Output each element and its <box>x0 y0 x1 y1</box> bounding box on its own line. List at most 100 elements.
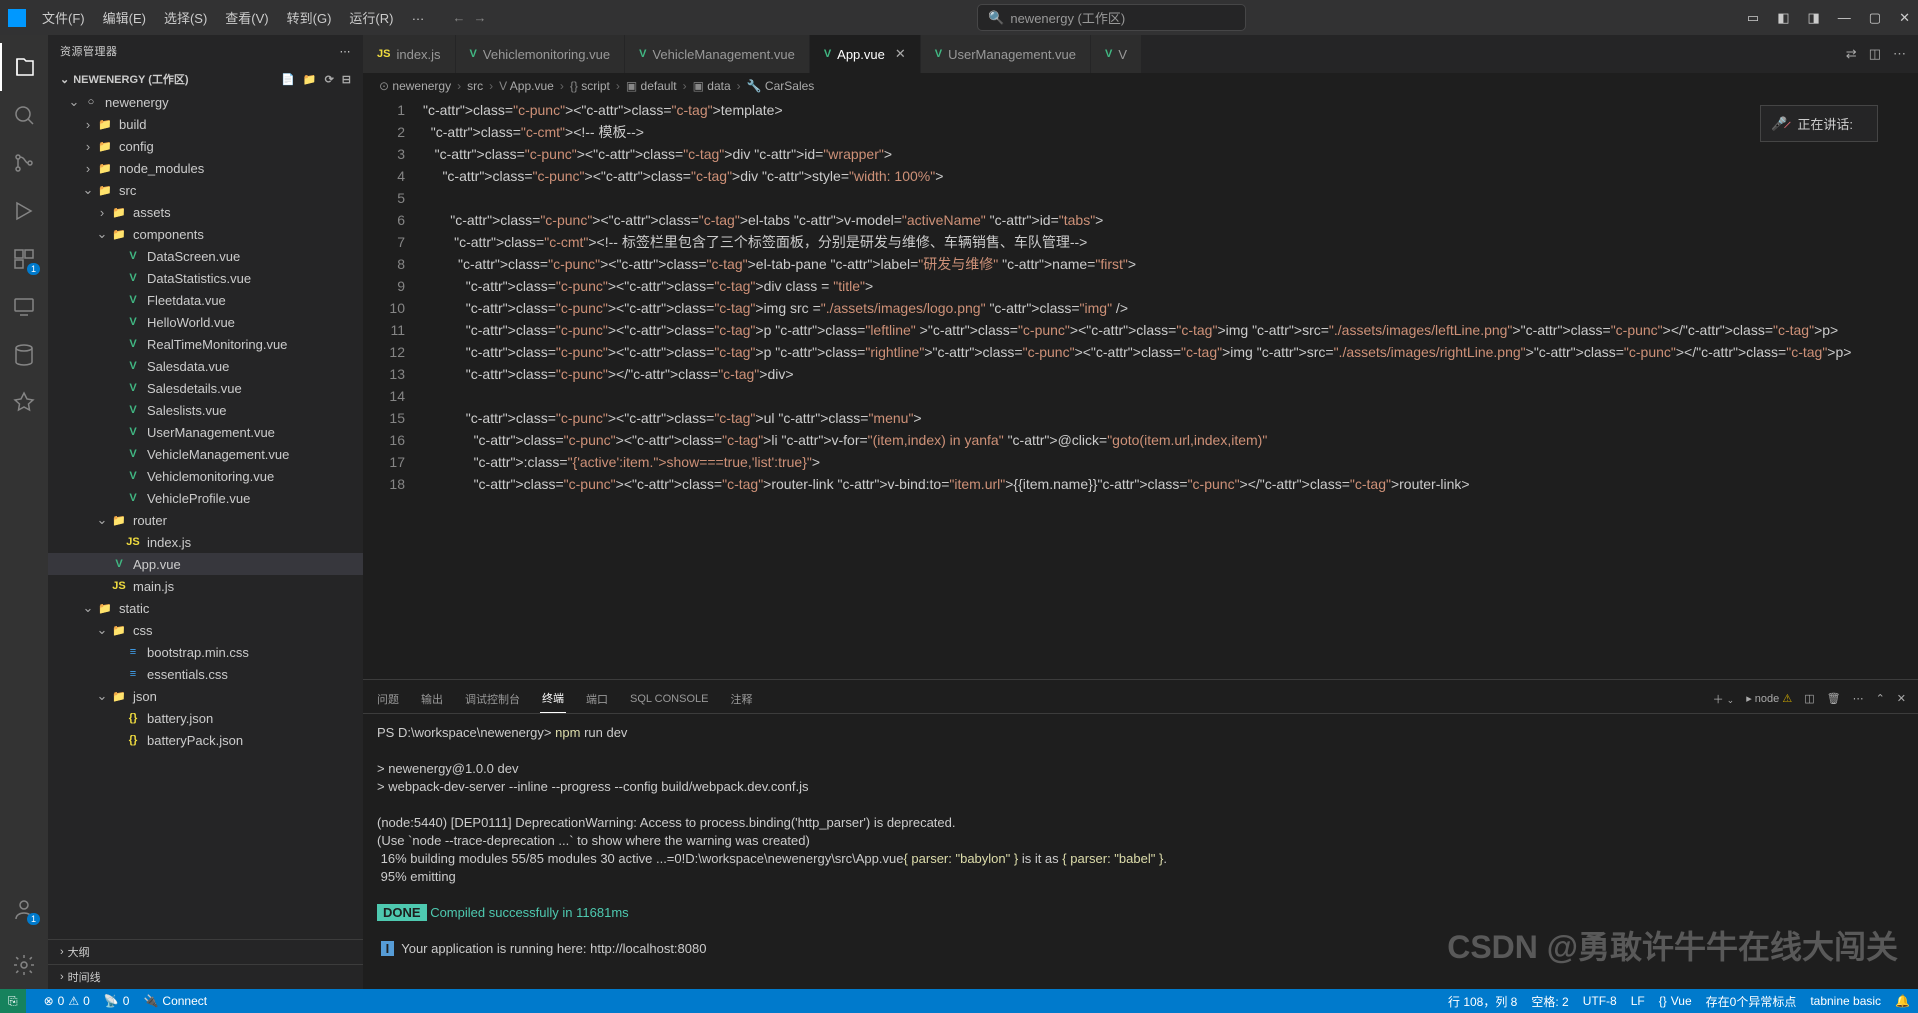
nav-back-icon[interactable]: ← <box>452 10 465 25</box>
new-file-icon[interactable]: 📄 <box>281 73 295 86</box>
tree-item[interactable]: JSindex.js <box>48 531 363 553</box>
remote-explorer-icon[interactable] <box>0 283 48 331</box>
diagnostic[interactable]: 存在0个异常标点 <box>1706 993 1797 1010</box>
panel-tab[interactable]: SQL CONSOLE <box>628 687 710 711</box>
tabnine-status[interactable]: tabnine basic <box>1810 993 1881 1010</box>
indentation[interactable]: 空格: 2 <box>1531 993 1568 1010</box>
outline-section[interactable]: ›大纲 <box>48 939 363 964</box>
connect-button[interactable]: 🔌Connect <box>143 994 207 1008</box>
encoding[interactable]: UTF-8 <box>1583 993 1617 1010</box>
cursor-position[interactable]: 行 108，列 8 <box>1448 993 1517 1010</box>
tree-item[interactable]: VVehiclemonitoring.vue <box>48 465 363 487</box>
problems-indicator[interactable]: ⊗0 ⚠0 <box>44 994 90 1008</box>
notifications-icon[interactable]: 🔔 <box>1895 993 1910 1010</box>
menu-item[interactable]: 文件(F) <box>34 4 93 31</box>
editor-tab[interactable]: VApp.vue✕ <box>810 35 921 73</box>
menu-item[interactable]: … <box>403 4 432 31</box>
tree-item[interactable]: ⌄📁components <box>48 223 363 245</box>
testing-icon[interactable] <box>0 379 48 427</box>
tree-item[interactable]: VVehicleProfile.vue <box>48 487 363 509</box>
command-center[interactable]: 🔍 newenergy (工作区) <box>977 4 1246 31</box>
tree-item[interactable]: VUserManagement.vue <box>48 421 363 443</box>
breadcrumb-item[interactable]: ▣ data <box>693 79 731 93</box>
panel-tab[interactable]: 注释 <box>728 685 754 713</box>
menu-item[interactable]: 转到(G) <box>279 4 340 31</box>
search-activity-icon[interactable] <box>0 91 48 139</box>
tree-item[interactable]: ›📁build <box>48 113 363 135</box>
new-folder-icon[interactable]: 📁 <box>303 73 317 86</box>
editor-tab[interactable]: VVehiclemonitoring.vue <box>456 35 626 73</box>
add-terminal-icon[interactable]: ＋ ⌄ <box>1713 691 1735 707</box>
maximize-panel-icon[interactable]: ⌃ <box>1876 692 1885 705</box>
split-editor-icon[interactable]: ◫ <box>1869 46 1881 62</box>
tree-item[interactable]: ≡bootstrap.min.css <box>48 641 363 663</box>
code-content[interactable]: "c-attr">class="c-punc"><"c-attr">class=… <box>423 99 1918 679</box>
breadcrumb-item[interactable]: src <box>467 79 483 93</box>
tree-item[interactable]: VVehicleManagement.vue <box>48 443 363 465</box>
breadcrumb[interactable]: ⊙ newenergy›src›V App.vue›{} script›▣ de… <box>363 73 1918 99</box>
tree-item[interactable]: ⌄📁router <box>48 509 363 531</box>
close-panel-icon[interactable]: ✕ <box>1897 692 1906 705</box>
database-icon[interactable] <box>0 331 48 379</box>
tree-item[interactable]: VFleetdata.vue <box>48 289 363 311</box>
tree-item[interactable]: ›📁config <box>48 135 363 157</box>
menu-item[interactable]: 查看(V) <box>217 4 276 31</box>
timeline-section[interactable]: ›时间线 <box>48 964 363 989</box>
tree-item[interactable]: VSalesdetails.vue <box>48 377 363 399</box>
close-window-icon[interactable]: ✕ <box>1899 10 1910 26</box>
breadcrumb-item[interactable]: ⊙ newenergy <box>379 79 451 93</box>
layout-panel-icon[interactable]: ▭ <box>1747 10 1759 26</box>
tree-item[interactable]: ⌄📁json <box>48 685 363 707</box>
tree-item[interactable]: VDataScreen.vue <box>48 245 363 267</box>
panel-tab[interactable]: 端口 <box>584 685 610 713</box>
editor-tab[interactable]: JSindex.js <box>363 35 456 73</box>
refresh-icon[interactable]: ⟳ <box>325 73 334 86</box>
panel-tab[interactable]: 输出 <box>419 685 445 713</box>
eol[interactable]: LF <box>1631 993 1645 1010</box>
account-icon[interactable]: 1 <box>0 885 48 933</box>
panel-tab[interactable]: 问题 <box>375 685 401 713</box>
run-debug-icon[interactable] <box>0 187 48 235</box>
tree-item[interactable]: VDataStatistics.vue <box>48 267 363 289</box>
tree-item[interactable]: VApp.vue <box>48 553 363 575</box>
close-tab-icon[interactable]: ✕ <box>895 46 906 62</box>
tree-item[interactable]: JSmain.js <box>48 575 363 597</box>
source-control-icon[interactable] <box>0 139 48 187</box>
tree-item[interactable]: ›📁node_modules <box>48 157 363 179</box>
breadcrumb-item[interactable]: {} script <box>570 79 610 93</box>
tree-item[interactable]: VSaleslists.vue <box>48 399 363 421</box>
layout-split-icon[interactable]: ◨ <box>1808 10 1820 26</box>
tree-item[interactable]: ›📁assets <box>48 201 363 223</box>
breadcrumb-item[interactable]: ▣ default <box>626 79 677 93</box>
panel-tab[interactable]: 调试控制台 <box>463 685 522 713</box>
breadcrumb-item[interactable]: V App.vue <box>499 79 554 93</box>
extensions-icon[interactable]: 1 <box>0 235 48 283</box>
menu-item[interactable]: 编辑(E) <box>95 4 154 31</box>
port-indicator[interactable]: 📡0 <box>104 994 130 1008</box>
tree-item[interactable]: {}batteryPack.json <box>48 729 363 751</box>
tree-item[interactable]: ≡essentials.css <box>48 663 363 685</box>
menu-item[interactable]: 运行(R) <box>341 4 401 31</box>
breadcrumb-item[interactable]: 🔧 CarSales <box>747 79 815 93</box>
code-editor[interactable]: 123456789101112131415161718 "c-attr">cla… <box>363 99 1918 679</box>
tree-item[interactable]: {}battery.json <box>48 707 363 729</box>
kill-terminal-icon[interactable]: 🗑 <box>1827 692 1841 705</box>
panel-more-icon[interactable]: ⋯ <box>1853 692 1864 705</box>
terminal-type[interactable]: ▸ node ⚠ <box>1746 692 1792 705</box>
maximize-icon[interactable]: ▢ <box>1869 10 1881 26</box>
folder-header[interactable]: ⌄ NEWENERGY (工作区) 📄 📁 ⟳ ⊟ <box>48 67 363 91</box>
sidebar-more-icon[interactable]: ⋯ <box>340 45 352 58</box>
editor-tab[interactable]: VVehicleManagement.vue <box>625 35 810 73</box>
language-mode[interactable]: {}Vue <box>1659 993 1692 1010</box>
panel-tab[interactable]: 终端 <box>540 684 566 713</box>
explorer-icon[interactable] <box>0 43 48 91</box>
remote-indicator[interactable]: ⎘ <box>0 989 26 1013</box>
tree-item[interactable]: ⌄📁static <box>48 597 363 619</box>
minimize-icon[interactable]: — <box>1838 10 1851 26</box>
tree-item[interactable]: VHelloWorld.vue <box>48 311 363 333</box>
editor-tab[interactable]: VUserManagement.vue <box>921 35 1091 73</box>
menu-item[interactable]: 选择(S) <box>156 4 215 31</box>
layout-sidebar-icon[interactable]: ◧ <box>1777 10 1789 26</box>
editor-tab[interactable]: VV <box>1091 35 1142 73</box>
nav-forward-icon[interactable]: → <box>473 10 486 25</box>
